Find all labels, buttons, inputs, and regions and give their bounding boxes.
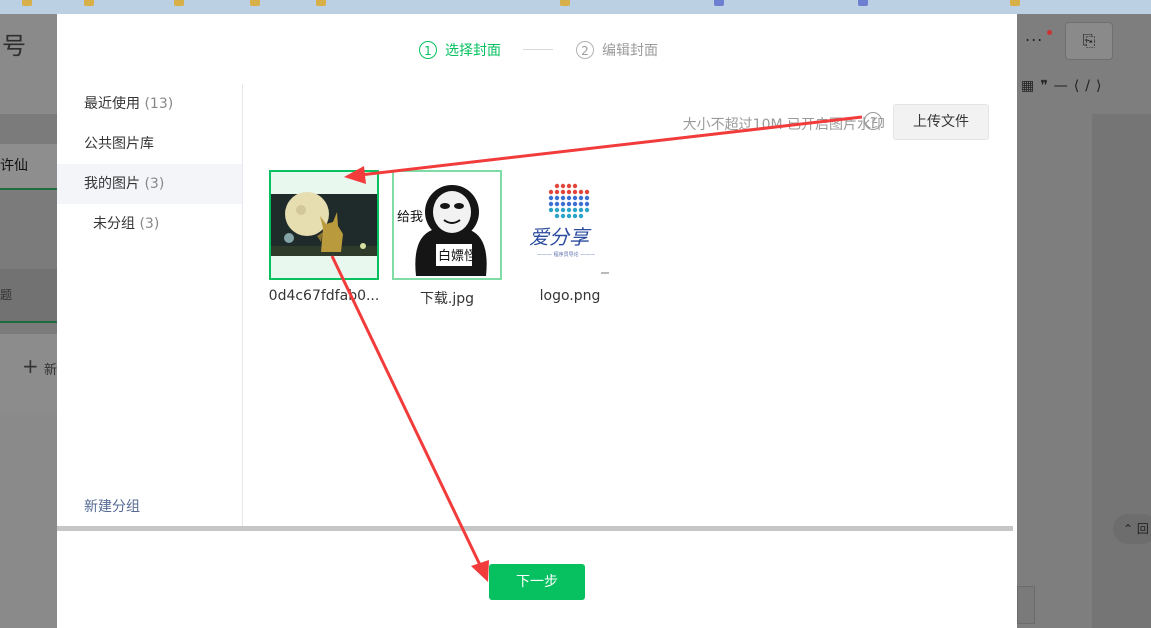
notification-dot [1047,30,1052,35]
editor-toolbar: ▦❞—⟨/⟩ [1021,78,1107,94]
table-icon: ▦ [1021,78,1041,94]
divider-icon: — [1053,78,1074,94]
upload-file-button[interactable]: 上传文件 [893,104,989,140]
logo-dot [548,207,554,213]
step-label: 选择封面 [445,43,501,59]
bookmark-icon [858,0,868,6]
logo-dot [572,213,578,219]
image-thumbnail[interactable] [269,170,379,280]
logo-dot [578,189,584,195]
step-number-icon: 1 [419,41,437,59]
logo-dot [560,207,566,213]
logo-dot [584,201,590,207]
meme-text-bottom: 白嫖怪 [438,248,477,264]
step-indicator: 1 选择封面 2 编辑封面 [57,36,1017,64]
logo-dot [560,183,566,189]
logo-dot [566,201,572,207]
help-icon[interactable]: ? [864,112,882,130]
step-select-cover: 1 选择封面 [419,40,501,60]
meme-text-top: 给我 [397,210,423,225]
logo-dot [572,201,578,207]
logo-dot [578,201,584,207]
sidebar-item-public-library[interactable]: 公共图片库 [57,124,242,164]
bookmark-icon [84,0,94,6]
bookmark-icon [250,0,260,6]
logo-dot [572,183,578,189]
logo-dot [584,195,590,201]
cover-picker-dialog: 1 选择封面 2 编辑封面 最近使用 (13) 公共图片库 我的图片 (3) 未… [57,14,1017,628]
page-title: 号 [2,32,26,60]
bookmark-icon [316,0,326,6]
logo-dot [572,207,578,213]
image-thumbnail[interactable]: 爱分享 ——— 程序员导论 ——— [515,170,625,280]
sidebar-item-recent[interactable]: 最近使用 (13) [57,84,242,124]
logo-dot [560,201,566,207]
panda-meme-thumbnail: 给我 白嫖怪 [394,172,500,278]
bookmark-icon [560,0,570,6]
step-edit-cover: 2 编辑封面 [576,40,658,60]
step-divider [523,49,553,50]
image-name: 下载.jpg [419,291,475,307]
image-name: logo.png [539,288,601,304]
new-group-link[interactable]: 新建分组 [84,496,140,516]
logo-dot [554,201,560,207]
code-icon: ⟨/⟩ [1073,78,1108,94]
logo-dot [548,195,554,201]
logo-dot [554,189,560,195]
logo-dot [548,201,554,207]
logo-dot [554,195,560,201]
bookmark-icon [1010,0,1020,6]
logo-dot [566,195,572,201]
background-editor-right: ... ⎘ ▦❞—⟨/⟩ ⌃ 回 [1017,14,1151,628]
logo-dot [554,183,560,189]
logo-dot [560,195,566,201]
logo-dot [578,195,584,201]
logo-dot [560,213,566,219]
logo-dot [572,195,578,201]
pikachu-moon-thumbnail [271,172,377,278]
logo-text: 爱分享 [529,225,592,249]
image-name: 0d4c67fdfab0... [268,288,380,304]
plus-icon: + [22,354,39,378]
upload-tip: 大小不超过10M 已开启图片水印 [682,117,885,133]
logo-dot [554,207,560,213]
browser-bookmark-bar [0,0,1151,15]
logo-dot [584,207,590,213]
logo-thumbnail: 爱分享 ——— 程序员导论 ——— [517,172,623,278]
document-icon: ⎘ [1065,22,1113,60]
background-tab: 许仙 [0,144,57,190]
background-box [1017,586,1035,624]
quote-icon: ❞ [1040,78,1054,94]
logo-subtext: ——— 程序员导论 ——— [537,251,595,258]
background-article-item: 题 [0,269,57,323]
sidebar-item-my-images[interactable]: 我的图片 (3) [57,164,242,204]
horizontal-scrollbar[interactable] [57,526,1013,531]
logo-dot [566,189,572,195]
logo-dot [560,189,566,195]
bookmark-icon [22,0,32,6]
logo-dot [578,213,584,219]
logo-dot [566,207,572,213]
logo-dot [572,189,578,195]
step-number-icon: 2 [576,41,594,59]
logo-dot [554,213,560,219]
bookmark-icon [174,0,184,6]
image-thumbnail[interactable]: 给我 白嫖怪 [392,170,502,280]
logo-dot [584,189,590,195]
logo-dot [566,183,572,189]
background-panel [1092,114,1151,628]
background-new-label: 新 [44,363,58,378]
scroll-top-button: ⌃ 回 [1113,514,1151,544]
more-icon: ... [1025,26,1044,45]
step-label: 编辑封面 [602,43,658,59]
logo-dot [578,207,584,213]
group-sidebar: 最近使用 (13) 公共图片库 我的图片 (3) 未分组 (3) 新建分组 [57,84,243,526]
bookmark-icon [714,0,724,6]
background-editor-left: 号 许仙 题 + 新 [0,14,57,628]
logo-dot [548,189,554,195]
next-step-button[interactable]: 下一步 [489,564,585,600]
logo-dot [566,213,572,219]
sidebar-item-ungrouped[interactable]: 未分组 (3) [57,204,242,244]
